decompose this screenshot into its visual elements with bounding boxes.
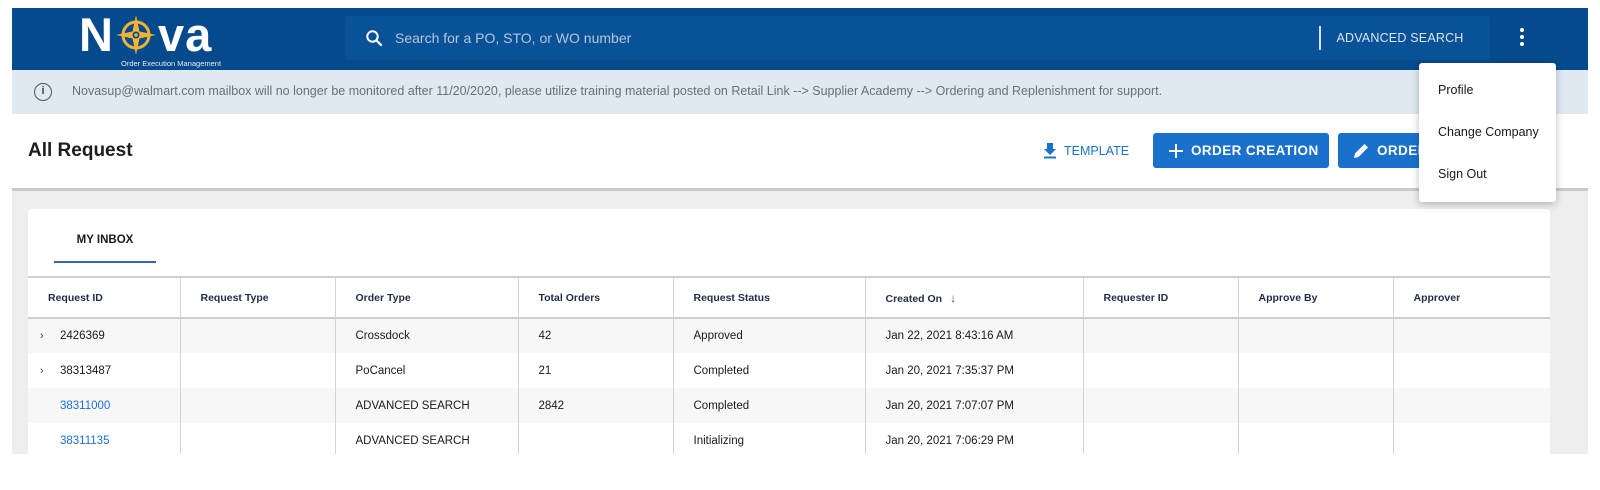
more-vert-icon[interactable] [1517,28,1527,50]
requester-id-cell [1082,388,1238,423]
request-type-cell [179,318,335,353]
table-row[interactable]: 38311000 ADVANCED SEARCH 2842 Completed … [28,388,1550,423]
approve-by-cell [1237,423,1393,454]
total-orders-cell: 21 [517,353,673,388]
approver-cell [1392,353,1550,388]
approver-cell [1392,423,1550,454]
order-creation-button[interactable]: ORDER CREATION [1153,133,1329,168]
column-header-requester-id[interactable]: Requester ID [1082,276,1238,319]
requests-card: MY INBOX Request ID Request Type Order T… [28,209,1550,454]
column-header-created-on-label: Created On [885,292,943,305]
template-button[interactable]: TEMPLATE [1043,139,1129,163]
table-row[interactable]: 38311135 ADVANCED SEARCH Initializing Ja… [28,423,1550,454]
menu-item-sign-out[interactable]: Sign Out [1438,167,1487,181]
request-id-cell: 38311000 [28,388,180,423]
column-header-created-on[interactable]: Created On ↓ [864,276,1083,319]
search-input[interactable] [395,24,1295,52]
request-id-link[interactable]: 38311000 [40,400,110,412]
request-id: 2426369 [60,330,105,342]
created-on-cell: Jan 22, 2021 8:43:16 AM [864,318,1083,353]
order-creation-label: ORDER CREATION [1191,143,1319,158]
approver-cell [1392,388,1550,423]
info-banner: i Novasup@walmart.com mailbox will no lo… [12,70,1588,114]
column-header-order-type[interactable]: Order Type [334,276,518,319]
requester-id-cell [1082,318,1238,353]
logo-subtitle: Order Execution Management [121,59,222,68]
order-type-cell: ADVANCED SEARCH [334,388,518,423]
column-header-request-type[interactable]: Request Type [179,276,335,319]
download-icon [1044,143,1056,159]
requester-id-cell [1082,423,1238,454]
created-on-cell: Jan 20, 2021 7:35:37 PM [864,353,1083,388]
advanced-search-button[interactable]: ADVANCED SEARCH [1325,24,1475,52]
logo-letters-va: va [157,8,213,61]
approve-by-cell [1237,318,1393,353]
created-on-cell: Jan 20, 2021 7:06:29 PM [864,423,1083,454]
request-id-link[interactable]: 38311135 [40,435,109,447]
order-type-cell: PoCancel [334,353,518,388]
request-type-cell [179,388,335,423]
table-header-row: Request ID Request Type Order Type Total… [28,276,1550,319]
order-type-cell: Crossdock [334,318,518,353]
approver-cell [1392,318,1550,353]
created-on-cell: Jan 20, 2021 7:07:07 PM [864,388,1083,423]
total-orders-cell: 2842 [517,388,673,423]
search-bar: ADVANCED SEARCH [345,16,1490,60]
pencil-icon [1354,143,1369,158]
request-id-cell: › 2426369 [28,318,180,353]
sort-desc-icon[interactable]: ↓ [950,291,956,305]
requests-table: Request ID Request Type Order Type Total… [28,276,1550,454]
order-type-cell: ADVANCED SEARCH [334,423,518,454]
template-label: TEMPLATE [1064,144,1130,158]
account-menu: Profile Change Company Sign Out [1419,63,1556,202]
column-header-request-status[interactable]: Request Status [672,276,865,319]
expand-chevron-icon[interactable]: › [40,330,60,342]
page-title: All Request [28,140,133,161]
request-type-cell [179,353,335,388]
request-id-cell: › 38313487 [28,353,180,388]
top-bar: N va Order Execution Management Search f… [12,8,1588,70]
request-id-cell: 38311135 [28,423,180,454]
nova-logo[interactable]: N va Order Execution Management [79,8,239,70]
tab-active-indicator [54,261,156,263]
plus-icon [1169,143,1183,158]
request-status-cell: Completed [672,388,865,423]
total-orders-cell [517,423,673,454]
column-header-total-orders[interactable]: Total Orders [517,276,673,319]
logo-wordmark: N va [79,9,212,61]
request-status-cell: Approved [672,318,865,353]
tab-my-inbox[interactable]: MY INBOX [54,225,156,263]
banner-message: Novasup@walmart.com mailbox will no long… [72,84,1163,98]
approve-by-cell [1237,388,1393,423]
column-header-approve-by[interactable]: Approve By [1237,276,1393,319]
request-status-cell: Initializing [672,423,865,454]
column-header-request-id[interactable]: Request ID [28,276,180,319]
menu-item-change-company[interactable]: Change Company [1438,125,1539,139]
request-id: 38313487 [60,364,112,377]
search-icon [366,30,383,47]
menu-item-profile[interactable]: Profile [1438,83,1473,97]
search-divider [1319,26,1321,50]
total-orders-cell: 42 [517,318,673,353]
table-row[interactable]: › 38313487 PoCancel 21 Completed Jan 20, … [28,353,1550,388]
info-icon: i [34,83,52,101]
expand-chevron-icon[interactable]: › [40,365,60,377]
approve-by-cell [1237,353,1393,388]
request-status-cell: Completed [672,353,865,388]
requester-id-cell [1082,353,1238,388]
table-row[interactable]: › 2426369 Crossdock 42 Approved Jan 22, 2… [28,318,1550,353]
app-root: N va Order Execution Management Search f… [0,0,1600,490]
column-header-approver[interactable]: Approver [1392,276,1550,319]
request-type-cell [179,423,335,454]
logo-letter-n: N [79,8,114,61]
compass-icon [115,15,156,55]
